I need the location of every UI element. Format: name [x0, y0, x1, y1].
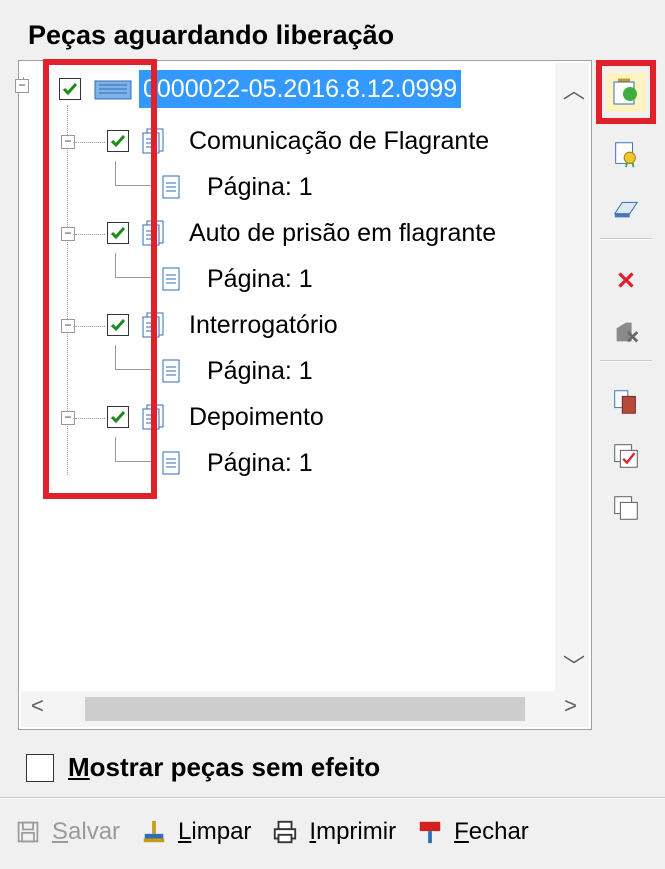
tree-line: [75, 418, 105, 419]
tree-line: [75, 326, 105, 327]
show-without-effect-option[interactable]: Mostrar peças sem efeito: [26, 752, 380, 783]
print-button[interactable]: Imprimir: [271, 818, 396, 846]
tree-line: [115, 161, 152, 186]
tree-document[interactable]: Comunicação de Flagrante: [107, 119, 489, 163]
page-icon: [159, 173, 183, 201]
broom-icon: [140, 818, 168, 846]
eraser-icon[interactable]: [606, 188, 646, 228]
document-label[interactable]: Interrogatório: [189, 311, 338, 340]
flag-icon: [416, 818, 444, 846]
root-expander[interactable]: −: [15, 79, 29, 93]
print-label: Imprimir: [309, 818, 397, 845]
tree-line: [115, 253, 152, 278]
page-label[interactable]: Página: 1: [207, 173, 313, 202]
tree-line: [115, 345, 152, 370]
certificate-icon[interactable]: [606, 134, 646, 174]
doc-expander[interactable]: −: [61, 319, 75, 333]
scroll-right-icon[interactable]: >: [564, 693, 577, 719]
document-checkbox[interactable]: [107, 406, 129, 428]
toolbar-separator: [600, 360, 652, 362]
document-icon: [141, 127, 165, 155]
side-toolbar: [596, 60, 656, 730]
save-button[interactable]: Salvar: [14, 818, 120, 846]
panel-title: Peças aguardando liberação: [28, 20, 395, 50]
printer-icon: [271, 818, 299, 846]
document-checkbox[interactable]: [107, 222, 129, 244]
save-label: Salvar: [52, 818, 121, 845]
document-label[interactable]: Comunicação de Flagrante: [189, 127, 489, 156]
close-label: Fechar: [454, 818, 529, 845]
tree-root[interactable]: 0000022-05.2016.8.12.0999: [59, 67, 462, 111]
root-checkbox[interactable]: [59, 78, 81, 100]
document-icon: [141, 219, 165, 247]
remove-icon[interactable]: [606, 312, 646, 352]
delete-icon[interactable]: [606, 260, 646, 300]
scroll-left-icon[interactable]: <: [31, 693, 44, 719]
tree-page[interactable]: Página: 1: [159, 349, 313, 393]
bottom-separator: [0, 797, 665, 799]
horizontal-scroll-thumb[interactable]: [85, 697, 525, 721]
tree-document[interactable]: Interrogatório: [107, 303, 338, 347]
process-number[interactable]: 0000022-05.2016.8.12.0999: [139, 70, 462, 108]
close-button[interactable]: Fechar: [416, 818, 529, 846]
tree-document[interactable]: Auto de prisão em flagrante: [107, 211, 496, 255]
check-all-icon[interactable]: [606, 436, 646, 476]
scroll-down-icon[interactable]: ﹀: [563, 649, 585, 681]
clear-label: Limpar: [178, 818, 252, 845]
page-label[interactable]: Página: 1: [207, 357, 313, 386]
clear-button[interactable]: Limpar: [140, 818, 251, 846]
document-checkbox[interactable]: [107, 314, 129, 336]
uncheck-all-icon[interactable]: [606, 488, 646, 528]
page-icon: [159, 265, 183, 293]
doc-expander[interactable]: −: [61, 411, 75, 425]
show-without-effect-checkbox[interactable]: [26, 753, 54, 782]
copy-icon[interactable]: [606, 382, 646, 422]
page-label[interactable]: Página: 1: [207, 265, 313, 294]
horizontal-scrollbar[interactable]: < >: [21, 691, 589, 727]
toolbar-separator: [600, 238, 652, 240]
document-label[interactable]: Depoimento: [189, 403, 324, 432]
doc-expander[interactable]: −: [61, 135, 75, 149]
document-icon: [141, 311, 165, 339]
document-checkbox[interactable]: [107, 130, 129, 152]
document-icon: [141, 403, 165, 431]
page-label[interactable]: Página: 1: [207, 449, 313, 478]
document-tree[interactable]: − 0000022-05.2016.8.12.0999 − Comunicaçã…: [15, 59, 592, 730]
save-icon: [14, 818, 42, 846]
tree-line: [75, 142, 105, 143]
page-icon: [159, 449, 183, 477]
doc-expander[interactable]: −: [61, 227, 75, 241]
page-icon: [159, 357, 183, 385]
tree-document[interactable]: Depoimento: [107, 395, 324, 439]
tree-line: [75, 234, 105, 235]
document-label[interactable]: Auto de prisão em flagrante: [189, 219, 496, 248]
release-peca-icon[interactable]: [606, 72, 646, 112]
tree-page[interactable]: Página: 1: [159, 257, 313, 301]
tree-page[interactable]: Página: 1: [159, 165, 313, 209]
vertical-scrollbar[interactable]: ︿ ﹀: [555, 63, 589, 691]
tree-line: [115, 437, 152, 462]
process-folder-icon: [93, 75, 133, 103]
show-without-effect-label[interactable]: Mostrar peças sem efeito: [68, 752, 380, 783]
tree-page[interactable]: Página: 1: [159, 441, 313, 485]
bottom-toolbar: Salvar Limpar Imprimir Fechar: [14, 812, 529, 852]
scroll-up-icon[interactable]: ︿: [563, 73, 585, 105]
